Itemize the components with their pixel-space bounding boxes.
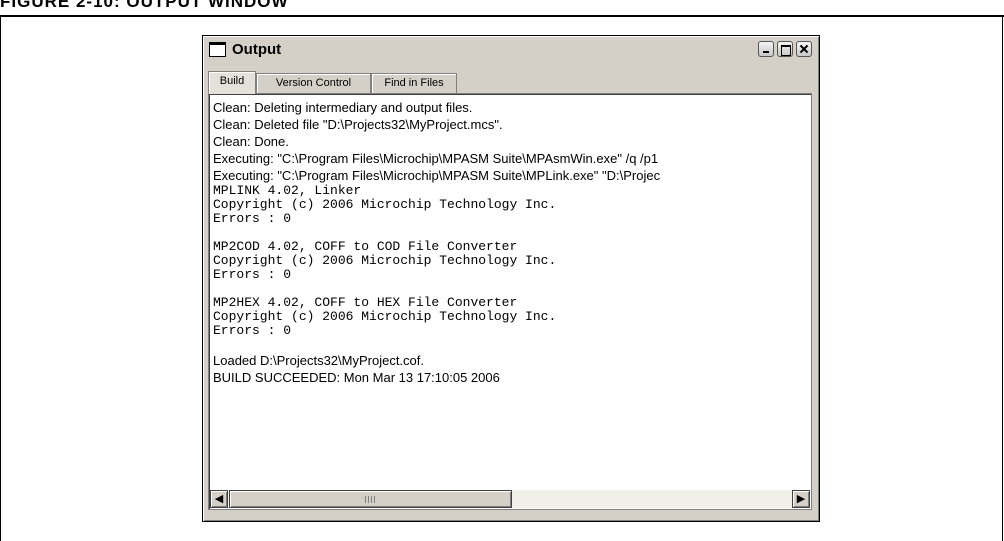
- output-line: MPLINK 4.02, Linker: [213, 184, 362, 198]
- output-line: Errors : 0: [213, 324, 292, 338]
- output-line-blank: [213, 338, 811, 352]
- output-line-blank: [213, 282, 811, 296]
- horizontal-scrollbar[interactable]: ◀ ▶: [210, 490, 810, 508]
- grip-icon: [365, 496, 377, 503]
- output-line: Executing: "C:\Program Files\Microchip\M…: [213, 151, 659, 166]
- output-line: Clean: Deleting intermediary and output …: [213, 100, 473, 115]
- output-line: BUILD SUCCEEDED: Mon Mar 13 17:10:05 200…: [213, 370, 500, 385]
- frame-top-rule: [0, 15, 1004, 17]
- output-line: Executing: "C:\Program Files\Microchip\M…: [213, 168, 661, 183]
- build-output-pane[interactable]: Clean: Deleting intermediary and output …: [208, 93, 812, 510]
- arrow-right-icon[interactable]: ▶: [792, 490, 810, 508]
- tab-find-in-files[interactable]: Find in Files: [371, 73, 457, 94]
- maximize-icon[interactable]: [777, 41, 793, 57]
- close-icon[interactable]: [796, 41, 812, 57]
- window-title: Output: [232, 41, 282, 58]
- output-line: MP2COD 4.02, COFF to COD File Converter: [213, 240, 518, 254]
- output-line: Errors : 0: [213, 268, 292, 282]
- title-bar[interactable]: Output: [206, 39, 816, 61]
- output-line: Copyright (c) 2006 Microchip Technology …: [213, 254, 557, 268]
- tab-build[interactable]: Build: [208, 71, 256, 94]
- frame-right-rule: [1002, 15, 1003, 541]
- output-line: Clean: Deleted file "D:\Projects32\MyPro…: [213, 117, 503, 132]
- output-line: Copyright (c) 2006 Microchip Technology …: [213, 198, 557, 212]
- tab-version-control[interactable]: Version Control: [256, 73, 371, 94]
- window-icon: [209, 42, 226, 57]
- output-line-blank: [213, 226, 811, 240]
- output-line: Loaded D:\Projects32\MyProject.cof.: [213, 353, 424, 368]
- output-line: MP2HEX 4.02, COFF to HEX File Converter: [213, 296, 518, 310]
- output-line: Errors : 0: [213, 212, 292, 226]
- minimize-icon[interactable]: [758, 41, 774, 57]
- output-window: Output Build Version Control Find in Fil…: [202, 35, 820, 522]
- arrow-left-icon[interactable]: ◀: [210, 490, 228, 508]
- frame-left-rule: [0, 15, 1, 541]
- output-line: Copyright (c) 2006 Microchip Technology …: [213, 310, 557, 324]
- scrollbar-thumb[interactable]: [229, 490, 512, 508]
- output-line: Clean: Done.: [213, 134, 289, 149]
- figure-caption: FIGURE 2-10: OUTPUT WINDOW: [0, 0, 289, 11]
- output-lines: Clean: Deleting intermediary and output …: [213, 99, 811, 386]
